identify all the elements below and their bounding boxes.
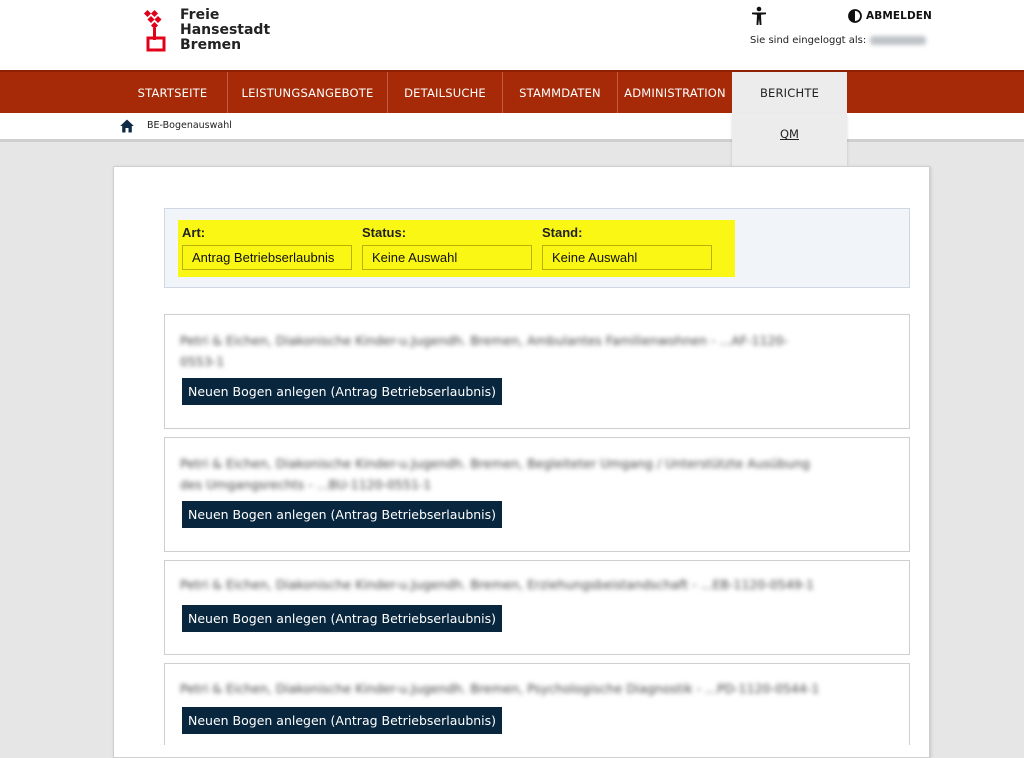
logo-line-2: Hansestadt [180, 22, 271, 38]
logo-line-1: Freie [180, 7, 220, 23]
nav-item-berichte[interactable]: BERICHTE [732, 72, 847, 113]
filter-art-select[interactable]: Antrag Betriebserlaubnis [182, 245, 352, 270]
logged-in-label: Sie sind eingeloggt als: [750, 35, 867, 46]
facility-name-line: des Umgangsrechts - ...BU-1120-0551-1 [180, 477, 432, 492]
home-icon[interactable] [120, 119, 134, 133]
dropdown-item-qm[interactable]: QM [732, 127, 847, 141]
filter-art-label: Art: [182, 225, 206, 240]
bremen-logo[interactable]: Freie Hansestadt Bremen [142, 8, 270, 53]
logout-button[interactable]: ABMELDEN [848, 9, 932, 23]
username-redacted [870, 35, 927, 45]
new-form-button[interactable]: Neuen Bogen anlegen (Antrag Betriebserla… [182, 501, 503, 528]
logout-label: ABMELDEN [866, 10, 932, 22]
breadcrumb: BE-Bogenauswahl [0, 113, 1024, 142]
new-form-button[interactable]: Neuen Bogen anlegen (Antrag Betriebserla… [182, 605, 503, 632]
logo-line-3: Bremen [180, 37, 242, 53]
contrast-icon [848, 9, 862, 23]
nav-item-stammdaten[interactable]: STAMMDATEN [503, 72, 618, 113]
facility-name-line: Petri & Eichen, Diakonische Kinder-u.Jug… [180, 577, 815, 592]
logo-wordmark: Freie Hansestadt Bremen [180, 8, 270, 53]
accessibility-icon[interactable] [751, 6, 767, 26]
nav-item-leistungsangebote[interactable]: LEISTUNGSANGEBOTE [228, 72, 388, 113]
main-navigation: STARTSEITE LEISTUNGSANGEBOTE DETAILSUCHE… [0, 70, 1024, 113]
facility-name-line: Petri & Eichen, Diakonische Kinder-u.Jug… [180, 333, 788, 348]
bremen-key-icon [143, 9, 166, 52]
site-header: Freie Hansestadt Bremen ABMELDEN Sie sin… [0, 0, 1024, 70]
filter-status-label: Status: [362, 225, 407, 240]
logged-in-info: Sie sind eingeloggt als: [750, 35, 927, 46]
breadcrumb-current: BE-Bogenauswahl [147, 120, 232, 131]
nav-item-startseite[interactable]: STARTSEITE [118, 72, 228, 113]
new-form-button[interactable]: Neuen Bogen anlegen (Antrag Betriebserla… [182, 378, 503, 405]
nav-item-detailsuche[interactable]: DETAILSUCHE [388, 72, 503, 113]
nav-item-administration[interactable]: ADMINISTRATION [618, 72, 732, 113]
facility-name-line: Petri & Eichen, Diakonische Kinder-u.Jug… [180, 456, 810, 471]
filter-stand-select[interactable]: Keine Auswahl [542, 245, 712, 270]
facility-name-line: Petri & Eichen, Diakonische Kinder-u.Jug… [180, 681, 820, 696]
filter-status-select[interactable]: Keine Auswahl [362, 245, 532, 270]
filter-stand-label: Stand: [542, 225, 583, 240]
new-form-button[interactable]: Neuen Bogen anlegen (Antrag Betriebserla… [182, 707, 503, 734]
facility-name-line: 0553-1 [180, 354, 225, 369]
